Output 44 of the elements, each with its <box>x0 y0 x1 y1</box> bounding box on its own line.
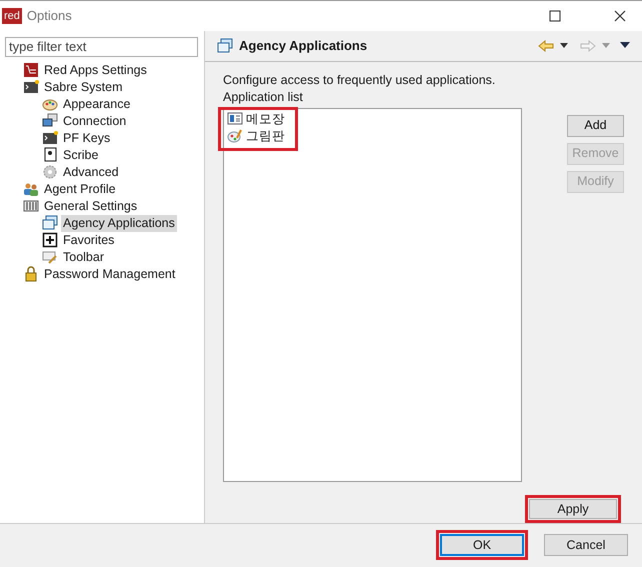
terminal-icon <box>23 79 39 96</box>
tree-item[interactable]: Advanced <box>61 164 121 181</box>
apply-button[interactable]: Apply <box>529 498 617 519</box>
terminal-icon <box>42 130 58 146</box>
tree-item[interactable]: Favorites <box>61 232 116 249</box>
monitors-icon <box>42 113 58 130</box>
people-icon <box>23 181 39 198</box>
side-button[interactable]: Add <box>567 114 624 137</box>
plus-icon <box>42 232 58 248</box>
palette-icon <box>227 128 243 144</box>
tree-item[interactable]: PF Keys <box>61 130 112 147</box>
tree-item[interactable]: Appearance <box>61 96 132 113</box>
dropdown-icon[interactable] <box>560 42 568 49</box>
scroll-icon <box>42 147 58 164</box>
windows-icon <box>42 215 58 232</box>
maximize-icon[interactable] <box>549 10 561 22</box>
list-item[interactable]: 그림판 <box>245 126 286 146</box>
windows-icon <box>217 38 233 54</box>
dialog-button[interactable]: Cancel <box>544 534 628 556</box>
description-text: Configure access to frequently used applications. <box>223 72 496 89</box>
tree-item[interactable]: Connection <box>61 112 128 130</box>
notepad-icon <box>227 111 243 128</box>
pencil-icon <box>42 249 58 266</box>
tree-item[interactable]: Password Management <box>42 266 178 283</box>
window-title: Options <box>26 7 72 26</box>
dialog-button[interactable]: OK <box>440 534 524 556</box>
tree-item[interactable]: Agent Profile <box>42 180 118 198</box>
app-logo: red <box>2 8 22 24</box>
tree-item[interactable]: General Settings <box>42 198 140 215</box>
tree-item[interactable]: Agency Applications <box>61 214 177 232</box>
gear-icon <box>42 164 58 180</box>
back-arrow-icon[interactable] <box>538 40 554 52</box>
close-icon[interactable] <box>614 10 626 22</box>
page-title: Agency Applications <box>239 36 368 55</box>
tree-item[interactable]: Red Apps Settings <box>42 62 149 79</box>
tree-item[interactable]: Toolbar <box>61 248 106 266</box>
cart-icon <box>23 62 39 78</box>
list-item[interactable]: 메모장 <box>245 110 286 128</box>
tree-item[interactable]: Scribe <box>61 146 100 164</box>
tree-item[interactable]: Sabre System <box>42 78 125 96</box>
padlock-icon <box>23 266 39 282</box>
menu-icon[interactable] <box>620 42 630 50</box>
list-label: Application list <box>223 88 304 105</box>
filter-field[interactable]: type filter text <box>5 36 198 57</box>
